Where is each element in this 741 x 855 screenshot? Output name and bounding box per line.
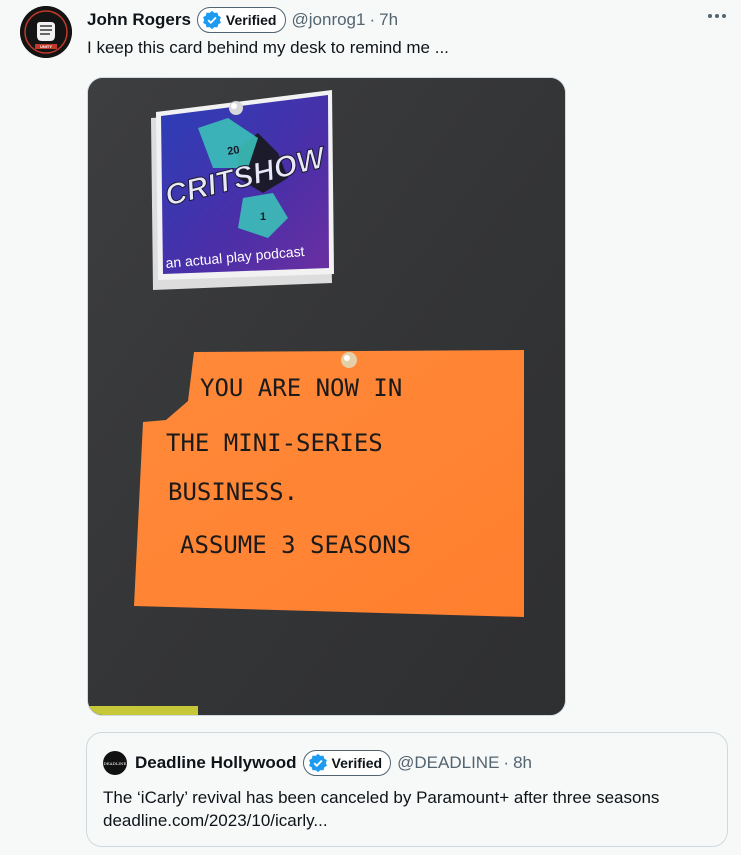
svg-text:20: 20 [226,144,240,158]
quoted-tweet-timestamp: 8h [513,753,533,772]
tweet[interactable]: UNITY John Rogers Verified @jonrog1 · 7h… [0,0,741,855]
author-display-name[interactable]: John Rogers [87,10,191,30]
fist-logo-icon: UNITY [20,6,72,58]
quoted-tweet[interactable]: DEADLINE Deadline Hollywood Verified @DE… [86,732,728,847]
quoted-tweet-text: The ‘iCarly’ revival has been canceled b… [103,788,660,830]
more-dot [715,14,719,18]
critshow-sticker: 20 1 CRITSHOW an actual play podcast [151,90,334,290]
quoted-author-handle: @DEADLINE [397,753,500,772]
quoted-author-avatar: DEADLINE [103,751,127,775]
author-avatar[interactable]: UNITY [20,6,72,58]
svg-text:BUSINESS.: BUSINESS. [168,478,298,506]
quoted-author-display-name: Deadline Hollywood [135,753,297,772]
quoted-tweet-header: DEADLINE Deadline Hollywood Verified @DE… [103,749,532,777]
svg-text:YOU ARE NOW IN: YOU ARE NOW IN [200,374,402,402]
tweet-text: I keep this card behind my desk to remin… [87,38,449,57]
author-handle[interactable]: @jonrog1 [292,10,366,30]
verified-check-icon [308,753,327,773]
orange-note: YOU ARE NOW IN THE MINI-SERIES BUSINESS.… [134,350,524,617]
verified-label: Verified [225,12,277,28]
svg-text:ASSUME 3 SEASONS: ASSUME 3 SEASONS [180,531,411,559]
tweet-timestamp[interactable]: 7h [379,10,398,30]
quoted-avatar-text: DEADLINE [103,760,127,766]
more-horizontal-icon [708,14,712,18]
photo-image: 20 1 CRITSHOW an actual play podcast YOU… [88,78,565,715]
quoted-verified-label: Verified [331,755,383,771]
verified-check-icon [202,10,221,30]
more-options-button[interactable] [703,6,731,26]
svg-text:1: 1 [260,211,266,223]
more-dot [722,14,726,18]
verified-badge[interactable]: Verified [196,7,286,33]
svg-text:THE MINI-SERIES: THE MINI-SERIES [166,429,383,457]
separator-dot: · [369,10,376,29]
tweet-header: John Rogers Verified @jonrog1 · 7h [87,7,398,33]
quoted-verified-badge: Verified [302,750,392,776]
quoted-separator-dot: · [503,753,510,772]
tweet-photo[interactable]: 20 1 CRITSHOW an actual play podcast YOU… [87,77,566,716]
svg-text:UNITY: UNITY [40,44,52,49]
